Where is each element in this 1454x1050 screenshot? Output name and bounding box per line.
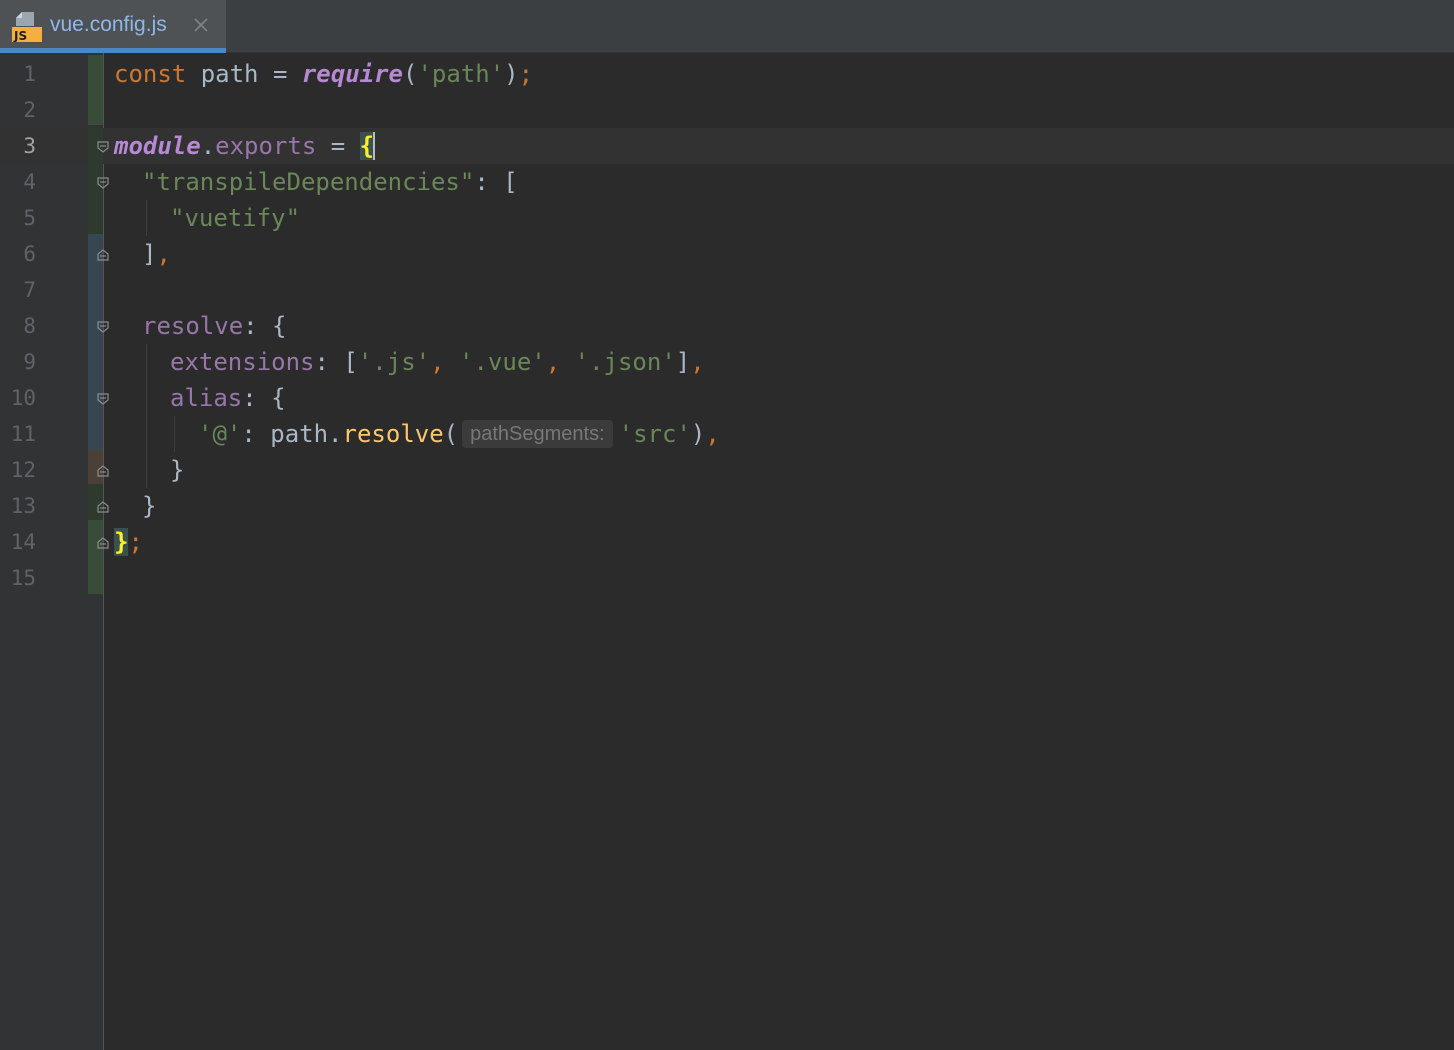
module-identifier: module	[114, 132, 201, 160]
line-number: 8	[23, 314, 36, 338]
vcs-modified-marker[interactable]	[88, 234, 103, 450]
semicolon: ;	[128, 528, 143, 556]
code-token: ]	[675, 348, 691, 376]
fold-end-icon[interactable]	[96, 500, 110, 514]
code-token: }	[170, 456, 185, 484]
code-line-5: "vuetify"	[170, 200, 300, 236]
matched-brace: {	[359, 132, 375, 160]
string-literal: 'src'	[618, 420, 691, 448]
editor-tab-bar: JS vue.config.js	[0, 0, 1454, 53]
function-require: require	[301, 60, 403, 88]
code-line-9: extensions: ['.js', '.vue', '.json'],	[170, 344, 705, 380]
string-literal: '@'	[198, 420, 242, 448]
fold-collapse-icon[interactable]	[96, 392, 110, 406]
string-literal: '.vue'	[459, 348, 546, 376]
code-token: (	[403, 60, 418, 88]
comma: ,	[690, 348, 705, 376]
code-line-14: };	[114, 524, 143, 560]
tab-title: vue.config.js	[50, 13, 167, 36]
comma: ,	[156, 240, 171, 268]
code-token: : path.	[241, 420, 343, 448]
code-line-10: alias: {	[170, 380, 286, 416]
property-extensions: extensions	[170, 348, 315, 376]
code-line-4: "transpileDependencies": [	[142, 164, 518, 200]
tab-vue-config-js[interactable]: JS vue.config.js	[0, 0, 226, 53]
parameter-hint: pathSegments:	[462, 420, 613, 448]
vcs-added-marker[interactable]	[88, 520, 103, 594]
string-literal: '.json'	[574, 348, 676, 376]
comma: ,	[545, 348, 575, 376]
line-number: 15	[10, 566, 36, 590]
code-line-3: module.exports = {	[114, 128, 376, 164]
code-line-6: ],	[142, 236, 171, 272]
line-number: 5	[23, 206, 36, 230]
code-token: )	[690, 420, 706, 448]
code-token: .	[200, 132, 216, 160]
code-token: : [	[474, 168, 518, 196]
indent-guide	[146, 344, 147, 488]
line-number: 10	[10, 386, 36, 410]
code-editor[interactable]	[104, 53, 1454, 1050]
code-token: =	[316, 132, 360, 160]
text-caret	[373, 132, 376, 160]
fold-end-icon[interactable]	[96, 464, 110, 478]
property-resolve: resolve	[142, 312, 244, 340]
line-number: 11	[10, 422, 36, 446]
comma: ,	[705, 420, 720, 448]
string-literal: "vuetify"	[170, 204, 301, 232]
close-icon[interactable]	[192, 16, 210, 34]
string-literal: 'path'	[417, 60, 505, 88]
fold-end-icon[interactable]	[96, 536, 110, 550]
code-token: path =	[186, 60, 302, 88]
code-token: : {	[243, 312, 287, 340]
fold-collapse-icon[interactable]	[96, 140, 110, 154]
function-resolve: resolve	[342, 420, 444, 448]
fold-collapse-icon[interactable]	[96, 320, 110, 334]
code-token: (	[443, 420, 459, 448]
matched-brace: }	[114, 528, 129, 556]
exports-property: exports	[215, 132, 317, 160]
code-token: : {	[242, 384, 286, 412]
code-token: }	[142, 492, 157, 520]
line-number: 9	[23, 350, 36, 374]
line-number: 14	[10, 530, 36, 554]
code-line-11: '@': path.resolve(pathSegments:'src'),	[198, 416, 720, 452]
fold-collapse-icon[interactable]	[96, 176, 110, 190]
semicolon: ;	[518, 60, 534, 88]
line-number: 6	[23, 242, 36, 266]
line-number: 1	[23, 62, 36, 86]
string-literal: "transpileDependencies"	[142, 168, 475, 196]
code-token: ]	[142, 240, 157, 268]
code-line-8: resolve: {	[142, 308, 287, 344]
indent-guide	[174, 416, 175, 452]
keyword-const: const	[114, 60, 187, 88]
js-icon-label: JS	[13, 29, 27, 42]
property-alias: alias	[170, 384, 243, 412]
line-number: 12	[10, 458, 36, 482]
indent-guide	[146, 200, 147, 236]
line-number: 2	[23, 98, 36, 122]
code-token: )	[504, 60, 519, 88]
code-line-13: }	[142, 488, 156, 524]
line-number: 7	[23, 278, 36, 302]
line-number: 4	[23, 170, 36, 194]
vcs-added-marker[interactable]	[88, 55, 103, 125]
comma: ,	[430, 348, 460, 376]
code-line-1: const path = require('path');	[114, 56, 533, 92]
js-file-icon: JS	[12, 12, 42, 42]
fold-end-icon[interactable]	[96, 248, 110, 262]
string-literal: '.js'	[357, 348, 431, 376]
line-number-current: 3	[23, 134, 36, 158]
line-number: 13	[10, 494, 36, 518]
code-line-12: }	[170, 452, 184, 488]
code-token: : [	[314, 348, 358, 376]
